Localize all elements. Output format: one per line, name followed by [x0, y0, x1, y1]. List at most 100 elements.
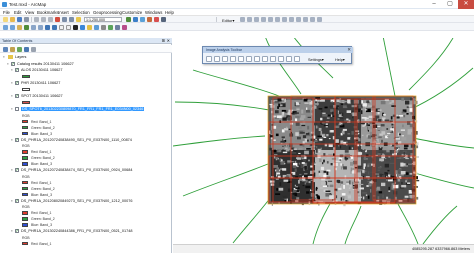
html-popup-icon[interactable]	[94, 24, 99, 30]
layer-visibility-checkbox[interactable]	[15, 93, 19, 99]
list-by-selection-icon[interactable]	[24, 46, 29, 52]
fixed-zoom-in-icon[interactable]	[31, 24, 36, 30]
layer-name[interactable]: Catalog results 20130411 106627	[17, 62, 74, 66]
collapse-icon[interactable]: ▪	[10, 137, 14, 142]
table-of-contents-icon[interactable]	[133, 17, 138, 22]
redo-icon[interactable]	[69, 17, 74, 22]
full-extent-icon[interactable]	[24, 24, 29, 30]
delete-icon[interactable]	[55, 17, 60, 22]
swipe-icon[interactable]	[214, 56, 220, 62]
sketch-properties-icon[interactable]	[317, 17, 322, 22]
maximize-icon[interactable]: ▢	[442, 0, 458, 9]
collapse-icon[interactable]: ▪	[10, 198, 14, 203]
collapse-icon[interactable]: ▪	[10, 81, 14, 85]
pan-icon[interactable]	[17, 24, 22, 30]
measure-icon[interactable]	[101, 24, 106, 30]
pin-icon[interactable]: ⊞	[162, 38, 165, 43]
help-menu[interactable]: Help▾	[335, 57, 345, 62]
zoom-in-icon[interactable]	[3, 24, 8, 30]
collapse-icon[interactable]: ▪	[10, 168, 14, 172]
toc-options-icon[interactable]	[31, 46, 36, 52]
close-icon[interactable]: ✕	[458, 0, 474, 9]
magnifier-icon[interactable]	[206, 56, 212, 62]
layer-name[interactable]: PHR 20130411 106627	[21, 81, 60, 85]
menu-bookmarks[interactable]: Bookmarks	[37, 10, 59, 15]
cut-polygons-icon[interactable]	[289, 17, 294, 22]
layer-name[interactable]: DS_PHR1A_201302240844386_FR1_PX_E037N00_…	[21, 229, 132, 233]
edit-annotation-icon[interactable]	[247, 17, 252, 22]
next-extent-icon[interactable]	[52, 24, 57, 30]
straight-segment-icon[interactable]	[254, 17, 259, 22]
time-slider-icon[interactable]	[122, 24, 127, 30]
python-window-icon[interactable]	[161, 17, 166, 22]
layer-dropdown-icon[interactable]	[246, 56, 252, 62]
cut-icon[interactable]	[34, 17, 39, 22]
floating-toolbar-close-icon[interactable]: ✕	[347, 47, 351, 53]
layer-visibility-checkbox[interactable]	[15, 198, 19, 204]
open-folder-icon[interactable]	[10, 17, 15, 22]
layer-name[interactable]: DS_PHR1A_201207240838474_SE1_PX_E037N00_…	[21, 168, 132, 172]
menu-file[interactable]: File	[3, 10, 10, 15]
undo-icon[interactable]	[62, 17, 67, 22]
map-display[interactable]: Image Analysis Toolbar ✕ Settings▾ Help▾	[173, 38, 474, 244]
find-icon[interactable]	[108, 24, 113, 30]
editor-toolbar-icon[interactable]	[126, 17, 131, 22]
floating-toolbar-titlebar[interactable]: Image Analysis Toolbar ✕	[203, 47, 353, 53]
gamma-icon[interactable]	[278, 56, 284, 62]
end-point-arc-icon[interactable]	[261, 17, 266, 22]
menu-windows[interactable]: Windows	[145, 10, 162, 15]
edit-tool-icon[interactable]	[240, 17, 245, 22]
copy-icon[interactable]	[41, 17, 46, 22]
flicker-icon[interactable]	[222, 56, 228, 62]
map-scale-input[interactable]: 1:1,250,000	[84, 17, 122, 22]
reshape-icon[interactable]	[282, 17, 287, 22]
hyperlink-icon[interactable]	[87, 24, 92, 30]
select-features-icon[interactable]	[59, 24, 64, 30]
fixed-zoom-out-icon[interactable]	[38, 24, 43, 30]
layer-visibility-checkbox[interactable]	[15, 137, 19, 143]
layer-visibility-checkbox[interactable]	[15, 67, 19, 73]
add-data-icon[interactable]	[76, 17, 81, 22]
catalog-window-icon[interactable]	[140, 17, 145, 22]
layer-visibility-checkbox[interactable]	[15, 228, 19, 234]
arctoolbox-icon[interactable]	[154, 17, 159, 22]
list-by-visibility-icon[interactable]	[17, 46, 22, 52]
layer-name[interactable]: DS_PHR1A_201208020849273_SE1_PX_E037N00_…	[21, 199, 132, 203]
zoom-out-icon[interactable]	[10, 24, 15, 30]
layer-name[interactable]: SPOT 20130411 106627	[21, 94, 63, 98]
transparency-icon[interactable]	[254, 56, 260, 62]
collapse-icon[interactable]: ▪	[10, 229, 14, 233]
menu-help[interactable]: Help	[165, 10, 174, 15]
layer-visibility-checkbox[interactable]	[15, 107, 19, 111]
list-by-source-icon[interactable]	[10, 46, 15, 52]
menu-geoprocessing[interactable]: Geoprocessing	[93, 10, 122, 15]
menu-selection[interactable]: Selection	[72, 10, 90, 15]
toc-close-icon[interactable]: ✕	[167, 38, 170, 43]
layer-visibility-checkbox[interactable]	[11, 61, 15, 67]
editor-menu[interactable]: Editor▾	[222, 18, 234, 23]
clear-selection-icon[interactable]	[66, 24, 71, 30]
collapse-icon[interactable]: ▪	[6, 61, 10, 66]
map-canvas[interactable]	[173, 38, 474, 244]
collapse-icon[interactable]: ▪	[2, 55, 6, 59]
collapse-icon[interactable]: ▪	[10, 68, 14, 72]
rotate-icon[interactable]	[303, 17, 308, 22]
paste-icon[interactable]	[48, 17, 53, 22]
collapse-icon[interactable]: ▪	[10, 94, 14, 98]
add-image-icon[interactable]	[238, 56, 244, 62]
layer-name[interactable]: ALOS 20130411 106627	[21, 68, 63, 72]
contrast-icon[interactable]	[262, 56, 268, 62]
layer-name[interactable]: DS_PHR1A_201207240838490_SE1_PX_E037N00_…	[21, 138, 132, 142]
new-document-icon[interactable]	[3, 17, 8, 22]
pan-tool-icon[interactable]	[230, 56, 236, 62]
collapse-icon[interactable]: ▪	[10, 107, 14, 111]
trace-icon[interactable]	[268, 17, 273, 22]
settings-menu[interactable]: Settings▾	[308, 57, 324, 62]
export-icon[interactable]	[294, 56, 300, 62]
brightness-icon[interactable]	[270, 56, 276, 62]
menu-customize[interactable]: Customize	[122, 10, 142, 15]
layer-name[interactable]: DS_SPOT6_201302230809870_FR1_FR1_FR1_FR1…	[21, 107, 145, 111]
menu-edit[interactable]: Edit	[14, 10, 21, 15]
save-icon[interactable]	[17, 17, 22, 22]
layer-visibility-checkbox[interactable]	[15, 80, 19, 86]
